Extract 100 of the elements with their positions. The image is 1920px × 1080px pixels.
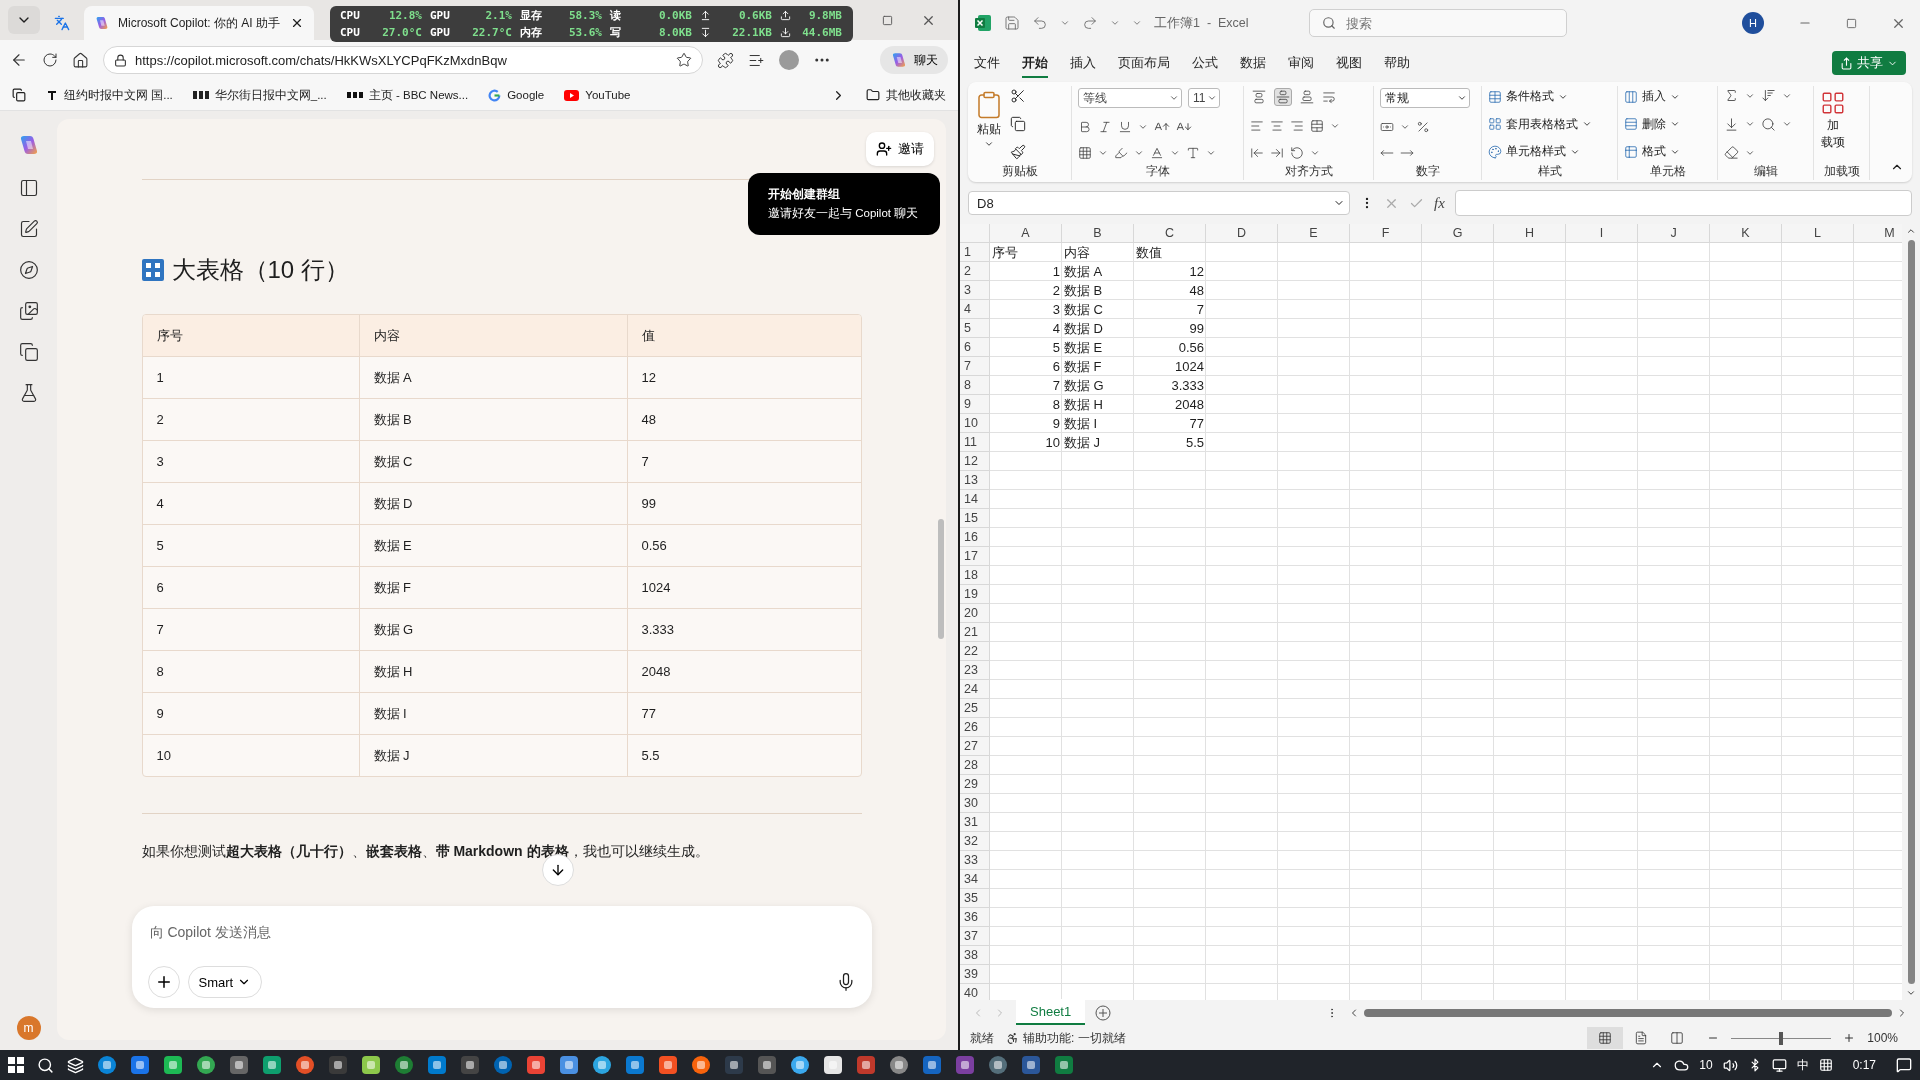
copilot-button[interactable]: 聊天: [880, 46, 948, 74]
search-input[interactable]: 搜索: [1343, 14, 1528, 32]
column-header[interactable]: E: [1278, 224, 1350, 243]
row-header[interactable]: 29: [960, 775, 990, 794]
user-avatar[interactable]: H: [1742, 12, 1764, 34]
table-cell[interactable]: 7: [1134, 300, 1206, 319]
cells-button[interactable]: 格式: [1624, 143, 1680, 160]
table-cell[interactable]: 数据 D: [1062, 319, 1134, 338]
table-cell[interactable]: 10: [990, 433, 1062, 452]
column-header[interactable]: D: [1206, 224, 1278, 243]
row-header[interactable]: 23: [960, 661, 990, 680]
font-size-select[interactable]: 11: [1188, 88, 1220, 108]
table-cell[interactable]: 序号: [990, 243, 1062, 262]
column-header[interactable]: G: [1422, 224, 1494, 243]
row-header[interactable]: 15: [960, 509, 990, 528]
table-cell[interactable]: 1024: [1134, 357, 1206, 376]
column-header[interactable]: M: [1854, 224, 1902, 243]
style-button[interactable]: 条件格式: [1488, 88, 1592, 105]
browser-tab[interactable]: Microsoft Copilot: 你的 AI 助手: [84, 6, 314, 40]
row-header[interactable]: 13: [960, 471, 990, 490]
ribbon-tab[interactable]: 文件: [974, 48, 1000, 78]
row-header[interactable]: 4: [960, 300, 990, 319]
column-header[interactable]: B: [1062, 224, 1134, 243]
cells-button[interactable]: 删除: [1624, 115, 1680, 133]
row-header[interactable]: 33: [960, 851, 990, 870]
ribbon-tab[interactable]: 审阅: [1288, 48, 1314, 78]
ribbon-tab[interactable]: 帮助: [1384, 48, 1410, 78]
row-header[interactable]: 31: [960, 813, 990, 832]
table-cell[interactable]: 数据 G: [1062, 376, 1134, 395]
table-cell[interactable]: 5.5: [1134, 433, 1206, 452]
table-cell[interactable]: 内容: [1062, 243, 1134, 262]
row-header[interactable]: 16: [960, 528, 990, 547]
table-cell[interactable]: 4: [990, 319, 1062, 338]
row-header[interactable]: 10: [960, 414, 990, 433]
table-cell[interactable]: 9: [990, 414, 1062, 433]
row-header[interactable]: 19: [960, 585, 990, 604]
table-cell[interactable]: 3.333: [1134, 376, 1206, 395]
row-header[interactable]: 9: [960, 395, 990, 414]
row-header[interactable]: 35: [960, 889, 990, 908]
bookmark-link[interactable]: 主页 - BBC News...: [346, 87, 469, 103]
message-input[interactable]: 向 Copilot 发送消息: [147, 918, 856, 946]
row-header[interactable]: 21: [960, 623, 990, 642]
column-header[interactable]: L: [1782, 224, 1854, 243]
table-cell[interactable]: 1: [990, 262, 1062, 281]
row-header[interactable]: 12: [960, 452, 990, 471]
style-button[interactable]: 套用表格格式: [1488, 115, 1592, 133]
style-button[interactable]: 单元格样式: [1488, 143, 1592, 160]
address-field[interactable]: https://copilot.microsoft.com/chats/HkKWsXLYCPqFKzMxdnBqw: [103, 46, 703, 74]
input-method-indicator[interactable]: 中: [1796, 1056, 1809, 1074]
row-header[interactable]: 39: [960, 965, 990, 984]
ribbon-tab[interactable]: 插入: [1070, 48, 1096, 78]
mode-dropdown[interactable]: Smart: [187, 966, 263, 998]
row-header[interactable]: 38: [960, 946, 990, 965]
row-header[interactable]: 11: [960, 433, 990, 452]
table-cell[interactable]: 8: [990, 395, 1062, 414]
ribbon-tab[interactable]: 数据: [1240, 48, 1266, 78]
table-cell[interactable]: 0.56: [1134, 338, 1206, 357]
table-cell[interactable]: 2048: [1134, 395, 1206, 414]
table-cell[interactable]: 3: [990, 300, 1062, 319]
row-header[interactable]: 28: [960, 756, 990, 775]
row-header[interactable]: 14: [960, 490, 990, 509]
insert-function-button[interactable]: fx: [1434, 194, 1445, 212]
clock[interactable]: 0:17: [1852, 1058, 1876, 1072]
table-cell[interactable]: 7: [990, 376, 1062, 395]
table-cell[interactable]: 2: [990, 281, 1062, 300]
bookmark-link[interactable]: YouTube: [564, 89, 631, 101]
column-header[interactable]: H: [1494, 224, 1566, 243]
table-cell[interactable]: 48: [1134, 281, 1206, 300]
row-header[interactable]: 37: [960, 927, 990, 946]
row-header[interactable]: 24: [960, 680, 990, 699]
paste-button[interactable]: 粘贴: [974, 86, 1004, 164]
table-cell[interactable]: 数据 B: [1062, 281, 1134, 300]
number-format-select[interactable]: 常规: [1380, 88, 1470, 108]
accessibility-status[interactable]: 辅助功能: 一切就绪: [1023, 1029, 1126, 1047]
table-cell[interactable]: 数据 C: [1062, 300, 1134, 319]
ribbon-tab[interactable]: 开始: [1022, 48, 1048, 78]
row-header[interactable]: 6: [960, 338, 990, 357]
ribbon-tab[interactable]: 视图: [1336, 48, 1362, 78]
row-header[interactable]: 20: [960, 604, 990, 623]
column-header[interactable]: K: [1710, 224, 1782, 243]
bookmark-folder[interactable]: 其他收藏夹: [866, 87, 946, 103]
row-header[interactable]: 18: [960, 566, 990, 585]
table-cell[interactable]: 数据 H: [1062, 395, 1134, 414]
cells-button[interactable]: 插入: [1624, 88, 1680, 105]
table-cell[interactable]: 5: [990, 338, 1062, 357]
message-field[interactable]: 向 Copilot 发送消息 Smart: [131, 906, 872, 1008]
ribbon-tab[interactable]: 公式: [1192, 48, 1218, 78]
ribbon-tab[interactable]: 页面布局: [1118, 48, 1170, 78]
column-header[interactable]: C: [1134, 224, 1206, 243]
row-header[interactable]: 32: [960, 832, 990, 851]
table-cell[interactable]: 数据 A: [1062, 262, 1134, 281]
invite-button[interactable]: 邀请: [866, 132, 934, 166]
bookmark-link[interactable]: Google: [488, 88, 545, 102]
bookmark-link[interactable]: 华尔街日报中文网_...: [192, 87, 327, 103]
column-header[interactable]: F: [1350, 224, 1422, 243]
table-cell[interactable]: 数据 E: [1062, 338, 1134, 357]
row-header[interactable]: 17: [960, 547, 990, 566]
table-cell[interactable]: 6: [990, 357, 1062, 376]
table-cell[interactable]: 12: [1134, 262, 1206, 281]
sheet-tab[interactable]: Sheet1: [1016, 999, 1086, 1025]
